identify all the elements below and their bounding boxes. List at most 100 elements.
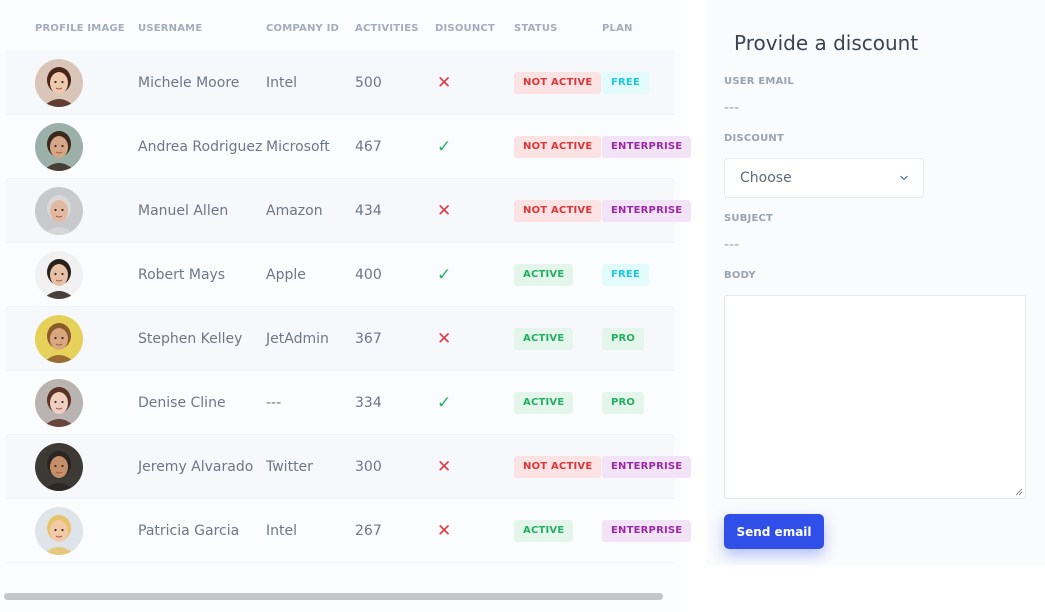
close-icon: ✕ bbox=[437, 73, 452, 93]
username-cell: Robert Mays bbox=[138, 243, 225, 307]
plan-cell: ENTERPRISE bbox=[602, 115, 692, 179]
activities-count: 267 bbox=[355, 523, 382, 539]
username-cell: Stephen Kelley bbox=[138, 307, 242, 371]
check-icon: ✓ bbox=[437, 393, 452, 413]
header-profile-image: PROFILE IMAGE bbox=[35, 23, 125, 34]
table-row[interactable]: Andrea Rodriguez Microsoft 467 ✓ NOT ACTIVE E… bbox=[6, 115, 692, 179]
username-cell: Denise Cline bbox=[138, 371, 226, 435]
status-badge: ACTIVE bbox=[514, 520, 574, 542]
subject-label: SUBJECT bbox=[724, 213, 774, 224]
discount-cell: ✕ bbox=[437, 307, 451, 371]
plan-badge: PRO bbox=[602, 328, 645, 350]
user-email-value: --- bbox=[724, 100, 740, 116]
username-cell: Jeremy Alvarado bbox=[138, 435, 253, 499]
body-textarea[interactable] bbox=[724, 295, 1026, 499]
company-cell: Microsoft bbox=[266, 115, 330, 179]
discount-cell: ✕ bbox=[437, 51, 451, 115]
discount-cell: ✓ bbox=[437, 371, 451, 435]
discount-cell: ✕ bbox=[437, 499, 451, 563]
plan-badge: ENTERPRISE bbox=[602, 456, 692, 478]
table-row[interactable]: Michele Moore Intel 500 ✕ NOT ACTIVE FREE bbox=[6, 51, 674, 115]
activities-cell: 400 bbox=[355, 243, 382, 307]
status-badge: NOT ACTIVE bbox=[514, 136, 602, 158]
company-id: Twitter bbox=[266, 459, 313, 475]
horizontal-scrollbar[interactable] bbox=[4, 593, 663, 600]
table-body: Michele Moore Intel 500 ✕ NOT ACTIVE FREE Andr… bbox=[6, 51, 692, 563]
status-cell: NOT ACTIVE bbox=[514, 51, 602, 115]
company-cell: Apple bbox=[266, 243, 306, 307]
activities-count: 367 bbox=[355, 331, 382, 347]
discount-select[interactable]: Choose bbox=[724, 158, 924, 198]
username: Robert Mays bbox=[138, 267, 226, 283]
discount-cell: ✓ bbox=[437, 243, 451, 307]
username-cell: Michele Moore bbox=[138, 51, 239, 115]
send-email-button[interactable]: Send email bbox=[724, 514, 824, 549]
users-table: PROFILE IMAGE USERNAME COMPANY ID ACTIVI… bbox=[0, 0, 692, 612]
discount-cell: ✕ bbox=[437, 179, 451, 243]
status-badge: NOT ACTIVE bbox=[514, 200, 602, 222]
company-cell: Twitter bbox=[266, 435, 313, 499]
plan-cell: FREE bbox=[602, 51, 649, 115]
plan-cell: ENTERPRISE bbox=[602, 179, 692, 243]
username: Stephen Kelley bbox=[138, 331, 243, 347]
body-label: BODY bbox=[724, 270, 756, 281]
table-row[interactable]: Denise Cline --- 334 ✓ ACTIVE PRO bbox=[6, 371, 674, 435]
table-header: PROFILE IMAGE USERNAME COMPANY ID ACTIVI… bbox=[0, 23, 680, 39]
status-cell: ACTIVE bbox=[514, 243, 574, 307]
username-cell: Andrea Rodriguez bbox=[138, 115, 262, 179]
activities-count: 400 bbox=[355, 267, 382, 283]
company-id: --- bbox=[266, 395, 282, 411]
username: Denise Cline bbox=[138, 395, 226, 411]
activities-count: 300 bbox=[355, 459, 382, 475]
username: Jeremy Alvarado bbox=[138, 459, 254, 475]
activities-cell: 467 bbox=[355, 115, 382, 179]
company-id: Intel bbox=[266, 75, 297, 91]
avatar bbox=[35, 187, 83, 235]
discount-label: DISCOUNT bbox=[724, 133, 784, 144]
table-row[interactable]: Jeremy Alvarado Twitter 300 ✕ NOT ACTIVE ENTE… bbox=[6, 435, 692, 499]
form-title: Provide a discount bbox=[734, 31, 919, 55]
table-row[interactable]: Stephen Kelley JetAdmin 367 ✕ ACTIVE PRO bbox=[6, 307, 674, 371]
company-cell: Intel bbox=[266, 499, 297, 563]
status-cell: ACTIVE bbox=[514, 499, 574, 563]
plan-cell: ENTERPRISE bbox=[602, 435, 692, 499]
plan-badge: PRO bbox=[602, 392, 645, 414]
status-badge: NOT ACTIVE bbox=[514, 456, 602, 478]
avatar bbox=[35, 315, 83, 363]
discount-cell: ✓ bbox=[437, 115, 451, 179]
plan-badge: ENTERPRISE bbox=[602, 136, 692, 158]
activities-cell: 334 bbox=[355, 371, 382, 435]
plan-badge: FREE bbox=[602, 264, 649, 286]
table-row[interactable]: Patricia Garcia Intel 267 ✕ ACTIVE ENTERPRISE bbox=[6, 499, 692, 563]
avatar bbox=[35, 251, 83, 299]
close-icon: ✕ bbox=[437, 201, 452, 221]
check-icon: ✓ bbox=[437, 137, 452, 157]
subject-value: --- bbox=[724, 237, 740, 253]
company-id: Amazon bbox=[266, 203, 323, 219]
resize-grip-icon[interactable] bbox=[1015, 488, 1023, 496]
status-badge: NOT ACTIVE bbox=[514, 72, 602, 94]
close-icon: ✕ bbox=[437, 457, 452, 477]
header-activities: ACTIVITIES bbox=[355, 23, 419, 34]
plan-badge: FREE bbox=[602, 72, 649, 94]
activities-count: 467 bbox=[355, 139, 382, 155]
header-company-id: COMPANY ID bbox=[266, 23, 340, 34]
activities-count: 500 bbox=[355, 75, 382, 91]
user-email-label: USER EMAIL bbox=[724, 76, 794, 87]
username: Patricia Garcia bbox=[138, 523, 240, 539]
username-cell: Patricia Garcia bbox=[138, 499, 239, 563]
plan-badge: ENTERPRISE bbox=[602, 200, 692, 222]
activities-cell: 500 bbox=[355, 51, 382, 115]
header-status: STATUS bbox=[514, 23, 558, 34]
status-badge: ACTIVE bbox=[514, 264, 574, 286]
discount-form: Provide a discount USER EMAIL --- DISCOU… bbox=[706, 0, 1045, 565]
status-cell: ACTIVE bbox=[514, 371, 574, 435]
company-cell: Intel bbox=[266, 51, 297, 115]
status-cell: NOT ACTIVE bbox=[514, 435, 602, 499]
plan-cell: PRO bbox=[602, 371, 645, 435]
check-icon: ✓ bbox=[437, 265, 452, 285]
plan-cell: FREE bbox=[602, 243, 649, 307]
avatar bbox=[35, 59, 83, 107]
table-row[interactable]: Manuel Allen Amazon 434 ✕ NOT ACTIVE ENTERPRI… bbox=[6, 179, 692, 243]
table-row[interactable]: Robert Mays Apple 400 ✓ ACTIVE FREE bbox=[6, 243, 674, 307]
